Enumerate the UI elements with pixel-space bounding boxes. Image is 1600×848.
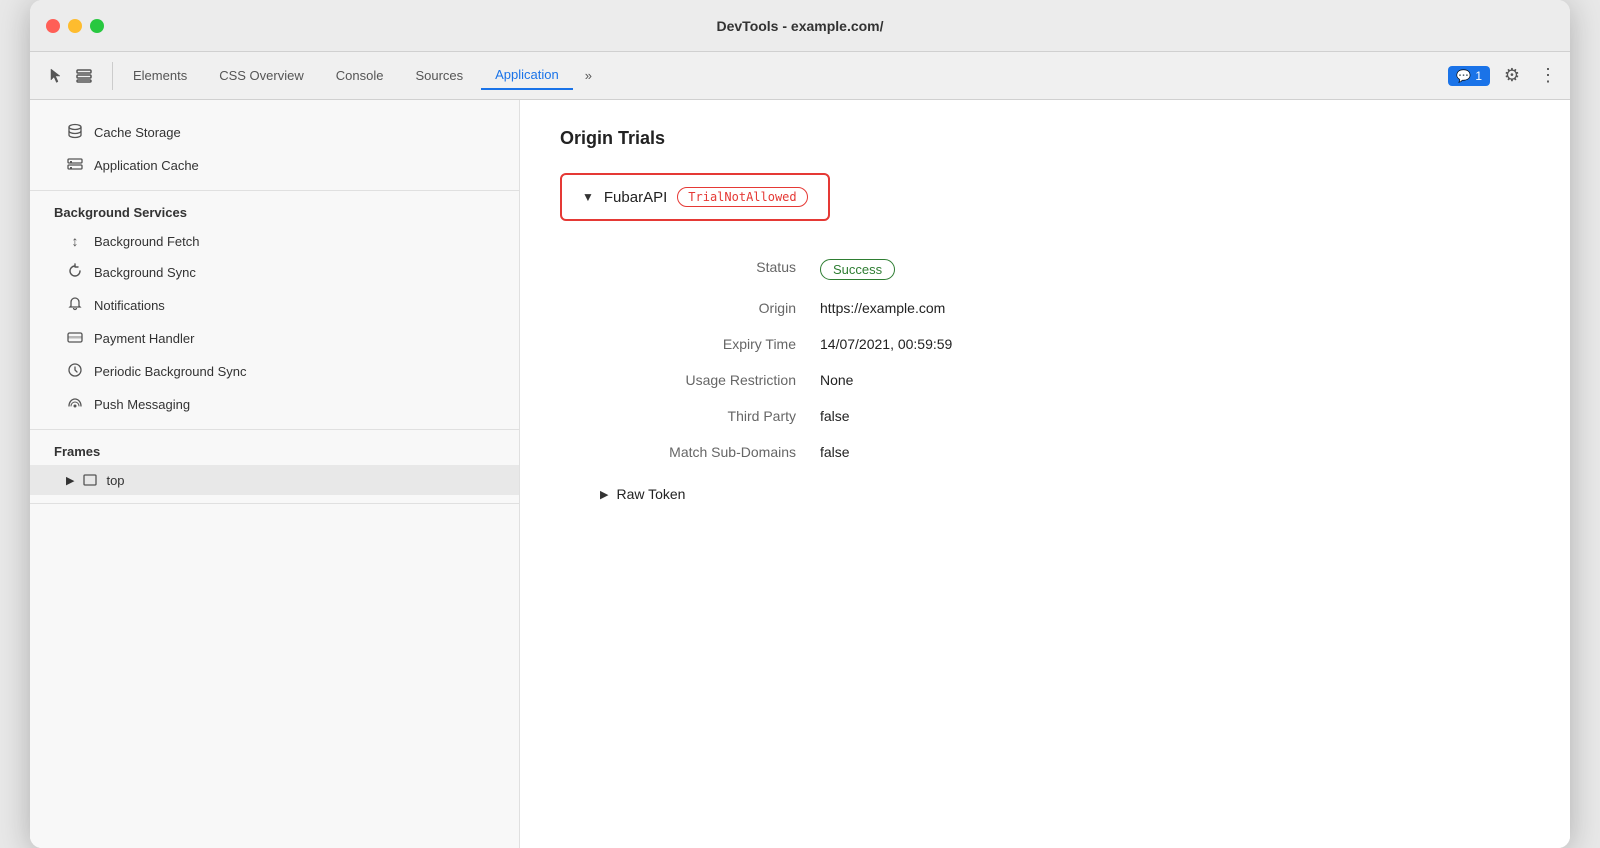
maximize-button[interactable] (90, 19, 104, 33)
layers-icon[interactable] (74, 66, 94, 86)
top-expand-icon: ▶ (66, 474, 74, 487)
payment-handler-label: Payment Handler (94, 331, 194, 346)
success-badge: Success (820, 259, 895, 280)
fubar-api-row[interactable]: ▼ FubarAPI TrialNotAllowed (560, 173, 830, 221)
background-fetch-label: Background Fetch (94, 234, 200, 249)
push-messaging-icon (66, 395, 84, 414)
minimize-button[interactable] (68, 19, 82, 33)
sidebar-item-background-sync[interactable]: Background Sync (30, 256, 519, 289)
background-services-section: Background Services ↕ Background Fetch B… (30, 191, 519, 430)
sidebar-item-payment-handler[interactable]: Payment Handler (30, 322, 519, 355)
expiry-label: Expiry Time (600, 326, 820, 362)
push-messaging-label: Push Messaging (94, 397, 190, 412)
background-sync-label: Background Sync (94, 265, 196, 280)
settings-button[interactable]: ⚙ (1498, 62, 1526, 90)
status-label: Status (600, 249, 820, 290)
raw-token-chevron-icon: ▶ (600, 488, 608, 501)
sidebar-item-push-messaging[interactable]: Push Messaging (30, 388, 519, 421)
background-services-header: Background Services (30, 199, 519, 226)
tab-css-overview[interactable]: CSS Overview (205, 62, 318, 89)
top-label: top (106, 473, 124, 488)
third-party-label: Third Party (600, 398, 820, 434)
window-title: DevTools - example.com/ (716, 18, 883, 34)
tab-sources[interactable]: Sources (401, 62, 477, 89)
chat-badge[interactable]: 💬 1 (1448, 66, 1490, 86)
api-name: FubarAPI (604, 189, 667, 206)
background-sync-icon (66, 263, 84, 282)
main-area: Cache Storage Application Cache (30, 100, 1570, 848)
application-cache-label: Application Cache (94, 158, 199, 173)
third-party-value: false (820, 398, 1530, 434)
tab-elements[interactable]: Elements (119, 62, 201, 89)
sidebar-item-cache-storage[interactable]: Cache Storage (30, 116, 519, 149)
background-fetch-icon: ↕ (66, 233, 84, 249)
frame-icon (82, 472, 98, 488)
chat-icon: 💬 (1456, 69, 1471, 83)
application-cache-icon (66, 156, 84, 175)
origin-value: https://example.com (820, 290, 1530, 326)
raw-token-row[interactable]: ▶ Raw Token (600, 486, 1530, 502)
devtools-window: DevTools - example.com/ Elements CSS Ove… (30, 0, 1570, 848)
sidebar-item-background-fetch[interactable]: ↕ Background Fetch (30, 226, 519, 256)
tabbar: Elements CSS Overview Console Sources Ap… (30, 52, 1570, 100)
tab-application[interactable]: Application (481, 61, 573, 90)
trial-not-allowed-badge: TrialNotAllowed (677, 187, 807, 207)
sidebar: Cache Storage Application Cache (30, 100, 520, 848)
tabs: Elements CSS Overview Console Sources Ap… (119, 61, 1448, 90)
details-table: Status Success Origin https://example.co… (600, 249, 1530, 470)
tabbar-right: 💬 1 ⚙ ⋮ (1448, 62, 1562, 90)
periodic-background-sync-label: Periodic Background Sync (94, 364, 246, 379)
frames-header: Frames (30, 438, 519, 465)
raw-token-label: Raw Token (616, 486, 685, 502)
tab-divider (112, 62, 113, 90)
expiry-value: 14/07/2021, 00:59:59 (820, 326, 1530, 362)
toolbar-icons (38, 66, 102, 86)
frames-section: Frames ▶ top (30, 430, 519, 504)
close-button[interactable] (46, 19, 60, 33)
sidebar-item-application-cache[interactable]: Application Cache (30, 149, 519, 182)
notifications-label: Notifications (94, 298, 165, 313)
status-value: Success (820, 249, 1530, 290)
storage-section: Cache Storage Application Cache (30, 108, 519, 191)
origin-label: Origin (600, 290, 820, 326)
traffic-lights (46, 19, 104, 33)
sidebar-item-notifications[interactable]: Notifications (30, 289, 519, 322)
content-pane: Origin Trials ▼ FubarAPI TrialNotAllowed… (520, 100, 1570, 848)
tab-console[interactable]: Console (322, 62, 398, 89)
more-options-button[interactable]: ⋮ (1534, 62, 1562, 90)
cache-storage-label: Cache Storage (94, 125, 181, 140)
periodic-background-sync-icon (66, 362, 84, 381)
titlebar: DevTools - example.com/ (30, 0, 1570, 52)
more-tabs-button[interactable]: » (577, 62, 600, 89)
sidebar-item-periodic-background-sync[interactable]: Periodic Background Sync (30, 355, 519, 388)
api-chevron-icon: ▼ (582, 190, 594, 204)
chat-count: 1 (1475, 69, 1482, 83)
usage-value: None (820, 362, 1530, 398)
usage-label: Usage Restriction (600, 362, 820, 398)
payment-handler-icon (66, 329, 84, 348)
page-title: Origin Trials (560, 128, 1530, 149)
match-subdomains-label: Match Sub-Domains (600, 434, 820, 470)
notifications-icon (66, 296, 84, 315)
match-subdomains-value: false (820, 434, 1530, 470)
sidebar-item-top[interactable]: ▶ top (30, 465, 519, 495)
cursor-icon[interactable] (46, 66, 66, 86)
cache-storage-icon (66, 123, 84, 142)
